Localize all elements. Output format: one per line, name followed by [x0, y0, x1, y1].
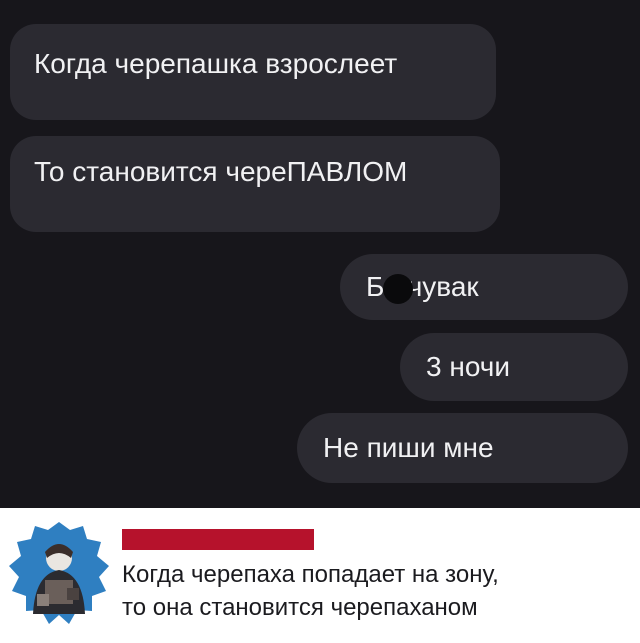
- avatar-icon[interactable]: [6, 516, 112, 632]
- message-bubble-incoming: Когда черепашка взрослеет: [10, 24, 496, 120]
- message-bubble-outgoing: 3 ночи: [400, 333, 628, 401]
- message-text: То становится череПАВЛОМ: [34, 156, 408, 187]
- comment-line: то она становится черепаханом: [122, 594, 478, 621]
- censor-blot: [383, 274, 413, 304]
- username-redaction: [122, 529, 314, 550]
- message-text: 3 ночи: [426, 351, 510, 382]
- comment-text: Когда черепаха попадает на зону, то она …: [122, 558, 634, 624]
- chat-screenshot: Когда черепашка взрослеет То становится …: [0, 0, 640, 508]
- message-bubble-incoming: То становится череПАВЛОМ: [10, 136, 500, 232]
- message-text: Когда черепашка взрослеет: [34, 48, 398, 79]
- message-text: Не пиши мне: [323, 432, 494, 463]
- comment-line: Когда черепаха попадает на зону,: [122, 561, 499, 588]
- message-bubble-outgoing: Не пиши мне: [297, 413, 628, 483]
